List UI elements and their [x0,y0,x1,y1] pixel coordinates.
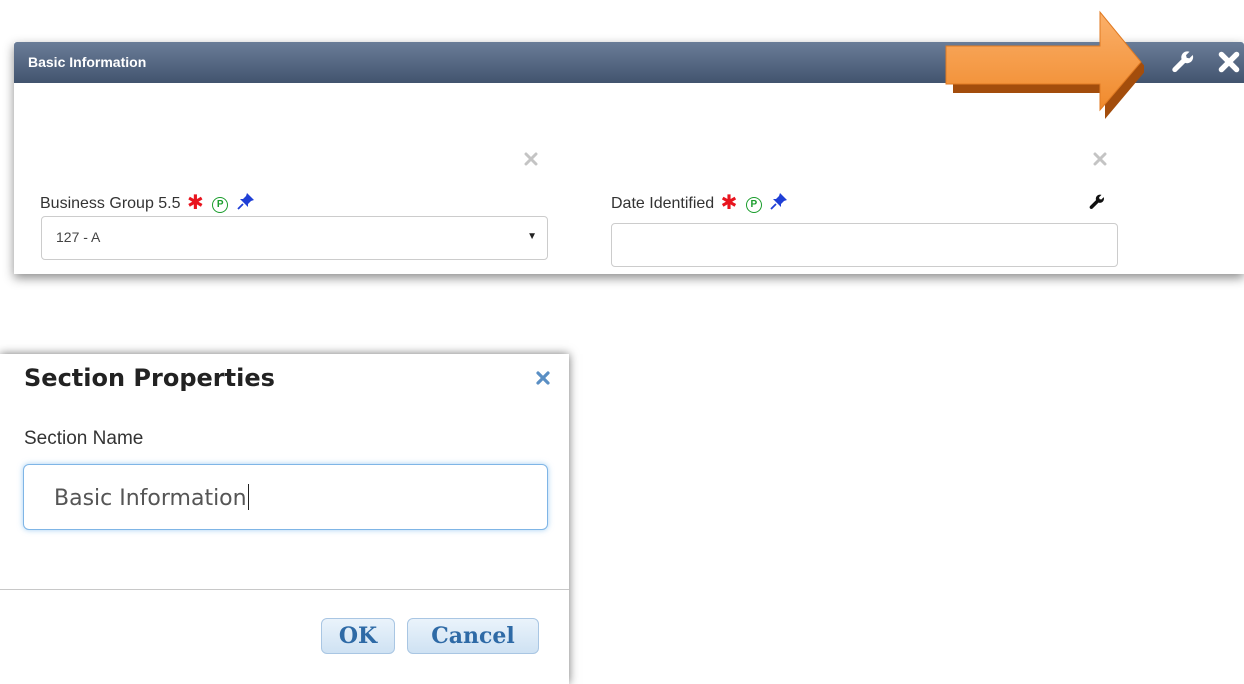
pin-icon[interactable] [770,192,788,210]
dialog-divider [0,589,569,590]
section-properties-dialog: Section Properties Section Name Basic In… [0,354,569,684]
required-icon: ✱ [186,192,204,214]
callout-arrow [945,10,1144,119]
section-name-value-text: Basic Information [54,486,247,511]
remove-field-icon[interactable] [1093,152,1107,166]
section-name-value: Basic Information [54,484,250,511]
cancel-button[interactable]: Cancel [407,618,539,654]
required-icon: ✱ [720,192,738,214]
text-cursor [247,484,250,510]
property-icon: P [745,197,762,213]
business-group-select[interactable]: 127 - A ▼ [41,216,548,260]
remove-field-icon[interactable] [524,152,538,166]
date-identified-label-text: Date Identified [611,195,715,212]
date-identified-label: Date Identified ✱ P [611,192,788,213]
dropdown-arrow-icon: ▼ [527,231,537,242]
section-name-input[interactable]: Basic Information [23,464,548,530]
date-identified-input[interactable] [611,223,1118,267]
ok-button[interactable]: OK [321,618,395,654]
business-group-label: Business Group 5.5 ✱ P [40,192,255,213]
dialog-title: Section Properties [24,364,275,392]
business-group-label-text: Business Group 5.5 [40,195,181,212]
select-value: 127 - A [56,229,101,245]
wrench-icon[interactable] [1170,49,1196,75]
field-wrench-icon[interactable] [1088,193,1106,211]
section-title: Basic Information [28,54,147,70]
close-icon[interactable] [535,370,551,386]
property-icon: P [212,197,229,213]
pin-icon[interactable] [237,192,255,210]
close-icon[interactable] [1216,49,1242,75]
section-name-label: Section Name [24,428,144,449]
